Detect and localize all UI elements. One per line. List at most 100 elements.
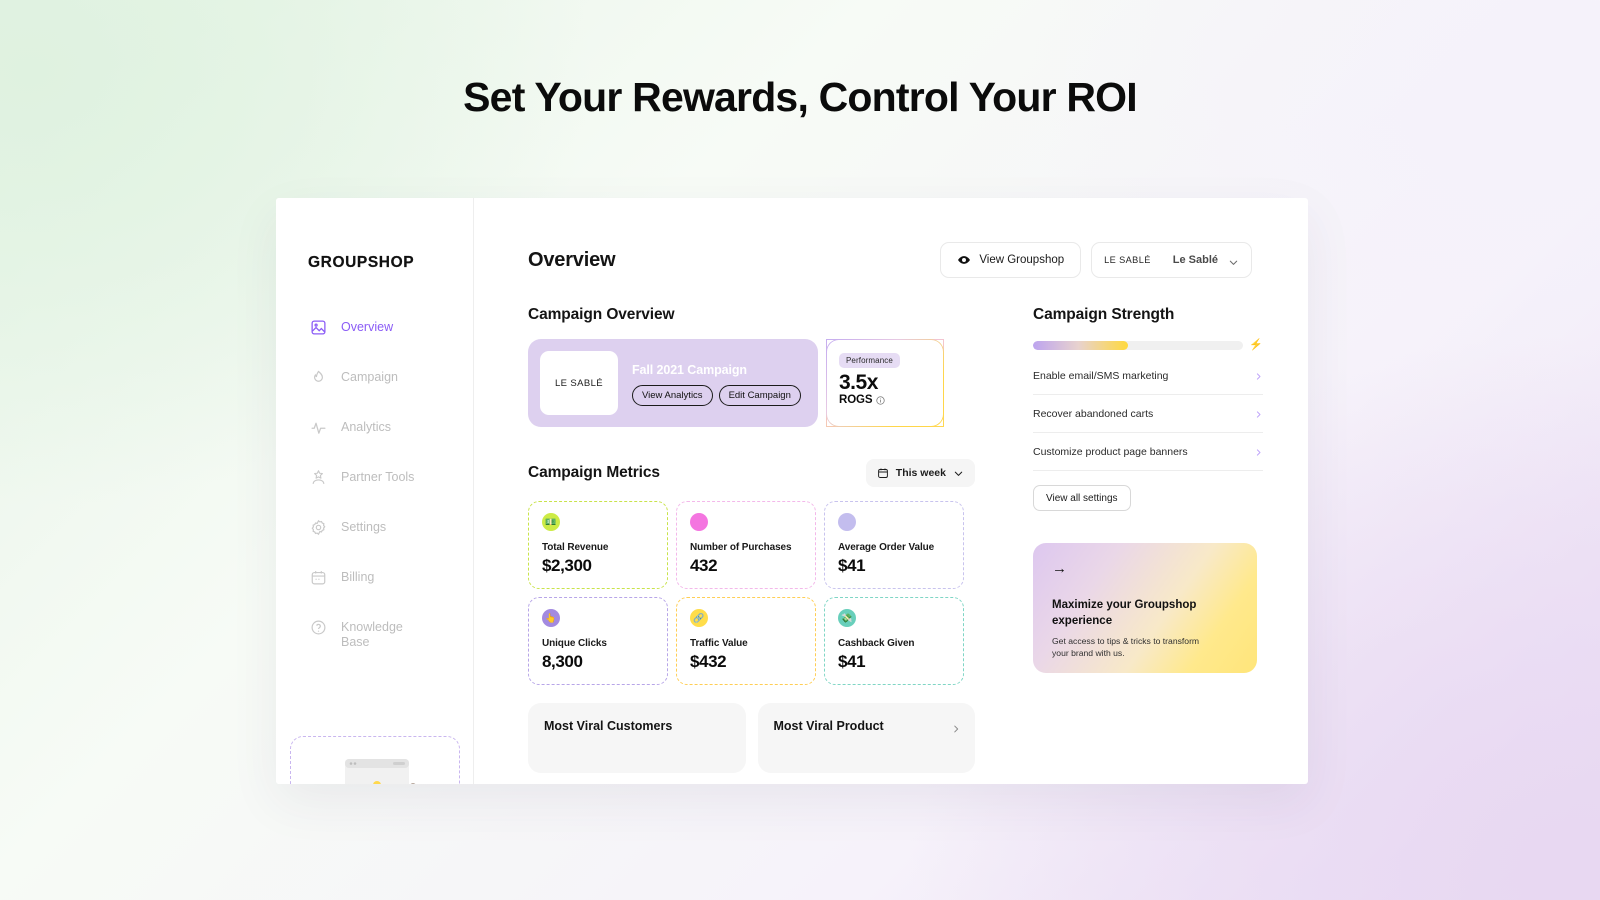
brand-name: Le Sablé (1172, 254, 1218, 266)
question-icon (310, 619, 327, 636)
sidebar-nav: Overview Campaign Analytics Partner Tool… (276, 320, 473, 670)
metric-grid: 💵 Total Revenue $2,300 Number of Purchas… (528, 501, 975, 685)
brand-logo: LE SABLÉ (1104, 255, 1151, 265)
view-groupshop-label: View Groupshop (979, 254, 1065, 266)
most-viral-customers-card[interactable]: Most Viral Customers (528, 703, 746, 773)
right-column: Campaign Strength ⚡ Enable email/SMS mar… (1033, 306, 1263, 773)
strength-progress-track (1033, 341, 1244, 350)
view-all-settings-button[interactable]: View all settings (1033, 485, 1131, 511)
info-icon[interactable] (876, 395, 886, 405)
strength-progress-fill (1033, 341, 1128, 350)
edit-campaign-button[interactable]: Edit Campaign (718, 384, 801, 406)
strength-item-product-page-banners[interactable]: Customize product page banners (1033, 433, 1263, 471)
sidebar-promo-card[interactable] (290, 736, 460, 784)
strength-item-label: Recover abandoned carts (1033, 408, 1154, 420)
date-range-label: This week (895, 467, 946, 479)
sidebar-item-label: Settings (341, 520, 387, 534)
page-title: Set Your Rewards, Control Your ROI (463, 74, 1138, 120)
campaign-thumbnail: LE SABLÉ (540, 351, 618, 415)
sidebar-item-billing[interactable]: Billing (276, 570, 473, 620)
metric-value: $432 (690, 652, 727, 671)
performance-label: ROGS (839, 394, 873, 407)
calendar-icon (877, 467, 889, 479)
money-with-wings-icon: 💸 (838, 609, 856, 627)
metric-value: 432 (690, 556, 718, 575)
image-icon (310, 319, 327, 336)
campaign-metrics-title: Campaign Metrics (528, 464, 660, 481)
strength-item-abandoned-carts[interactable]: Recover abandoned carts (1033, 395, 1263, 433)
app-window: GROUPSHOP Overview Campaign Analytics Pa… (276, 198, 1308, 784)
metric-card-total-revenue[interactable]: 💵 Total Revenue $2,300 (528, 501, 668, 589)
topbar-actions: View Groupshop LE SABLÉ Le Sablé (940, 242, 1252, 278)
sidebar-item-knowledge-base[interactable]: Knowledge Base (276, 620, 473, 670)
pulse-icon (310, 419, 327, 436)
metric-card-cashback-given[interactable]: 💸 Cashback Given $41 (824, 597, 964, 685)
campaign-name: Fall 2021 Campaign (632, 362, 747, 377)
metric-label: Cashback Given (838, 638, 915, 649)
promo-illustration-icon (309, 755, 441, 784)
sidebar-item-campaign[interactable]: Campaign (276, 370, 473, 420)
metric-card-traffic-value[interactable]: 🔗 Traffic Value $432 (676, 597, 816, 685)
sidebar-item-label: Billing (341, 570, 375, 584)
promo-card[interactable]: → Maximize your Groupshop experience Get… (1033, 543, 1257, 673)
brand-selector[interactable]: LE SABLÉ Le Sablé (1091, 242, 1252, 278)
performance-badge: Performance (839, 353, 900, 368)
star-person-icon (310, 469, 327, 486)
metric-value: 8,300 (542, 652, 583, 671)
performance-label-row: ROGS (839, 394, 943, 406)
date-range-selector[interactable]: This week (865, 459, 975, 487)
sidebar: GROUPSHOP Overview Campaign Analytics Pa… (276, 198, 474, 784)
topbar: Overview View Groupshop LE SABLÉ Le Sabl… (528, 242, 1252, 278)
view-groupshop-button[interactable]: View Groupshop (940, 242, 1082, 278)
sidebar-item-analytics[interactable]: Analytics (276, 420, 473, 470)
promo-subtitle: Get access to tips & tricks to transform… (1052, 635, 1200, 659)
promo-title: Maximize your Groupshop experience (1052, 599, 1197, 627)
gear-icon (310, 519, 327, 536)
strength-progress-row: ⚡ (1033, 340, 1263, 351)
app-logo: GROUPSHOP (308, 254, 415, 271)
campaign-card[interactable]: LE SABLÉ Fall 2021 Campaign View Analyti… (528, 339, 818, 427)
sidebar-item-partner-tools[interactable]: Partner Tools (276, 470, 473, 520)
metric-card-average-order-value[interactable]: Average Order Value $41 (824, 501, 964, 589)
campaign-info: Fall 2021 Campaign View Analytics Edit C… (632, 361, 801, 406)
money-icon: 💵 (542, 513, 560, 531)
calendar-icon (310, 569, 327, 586)
strength-list: Enable email/SMS marketing Recover aband… (1033, 357, 1263, 471)
overview-heading: Overview (528, 248, 616, 271)
chevron-right-icon (1254, 410, 1263, 419)
metric-label: Traffic Value (690, 638, 748, 649)
sidebar-item-label: Campaign (341, 370, 398, 384)
pointing-finger-icon: 👆 (542, 609, 560, 627)
arrow-right-icon: → (1052, 560, 1067, 577)
most-viral-product-card[interactable]: Most Viral Product (757, 703, 975, 773)
campaign-overview-row: LE SABLÉ Fall 2021 Campaign View Analyti… (528, 339, 975, 427)
metric-label: Average Order Value (838, 542, 935, 553)
content-columns: Campaign Overview LE SABLÉ Fall 2021 Cam… (528, 306, 1263, 773)
link-icon: 🔗 (690, 609, 708, 627)
metric-label: Unique Clicks (542, 638, 607, 649)
chevron-right-icon (1254, 372, 1263, 381)
metric-card-unique-clicks[interactable]: 👆 Unique Clicks 8,300 (528, 597, 668, 685)
chevron-down-icon (953, 468, 964, 479)
sidebar-item-label: Knowledge Base (341, 620, 403, 650)
campaign-buttons: View Analytics Edit Campaign (632, 384, 801, 406)
view-analytics-button[interactable]: View Analytics (632, 384, 713, 406)
campaign-strength-title: Campaign Strength (1033, 306, 1175, 323)
purchases-dot-icon (690, 513, 708, 531)
metric-value: $2,300 (542, 556, 592, 575)
sidebar-item-settings[interactable]: Settings (276, 519, 473, 570)
metric-value: $41 (838, 556, 866, 575)
performance-card: Performance 3.5x ROGS (826, 339, 944, 427)
sidebar-item-label: Analytics (341, 420, 392, 434)
metric-label: Number of Purchases (690, 542, 792, 553)
flame-icon (310, 369, 327, 386)
viral-card-title: Most Viral Product (773, 719, 884, 733)
metric-label: Total Revenue (542, 542, 609, 553)
sidebar-item-overview[interactable]: Overview (276, 320, 473, 370)
metric-card-number-of-purchases[interactable]: Number of Purchases 432 (676, 501, 816, 589)
strength-item-email-sms[interactable]: Enable email/SMS marketing (1033, 357, 1263, 395)
left-column: Campaign Overview LE SABLÉ Fall 2021 Cam… (528, 306, 975, 773)
chevron-down-icon (1228, 255, 1239, 266)
strength-item-label: Enable email/SMS marketing (1033, 370, 1169, 382)
sidebar-item-label: Overview (341, 320, 394, 334)
